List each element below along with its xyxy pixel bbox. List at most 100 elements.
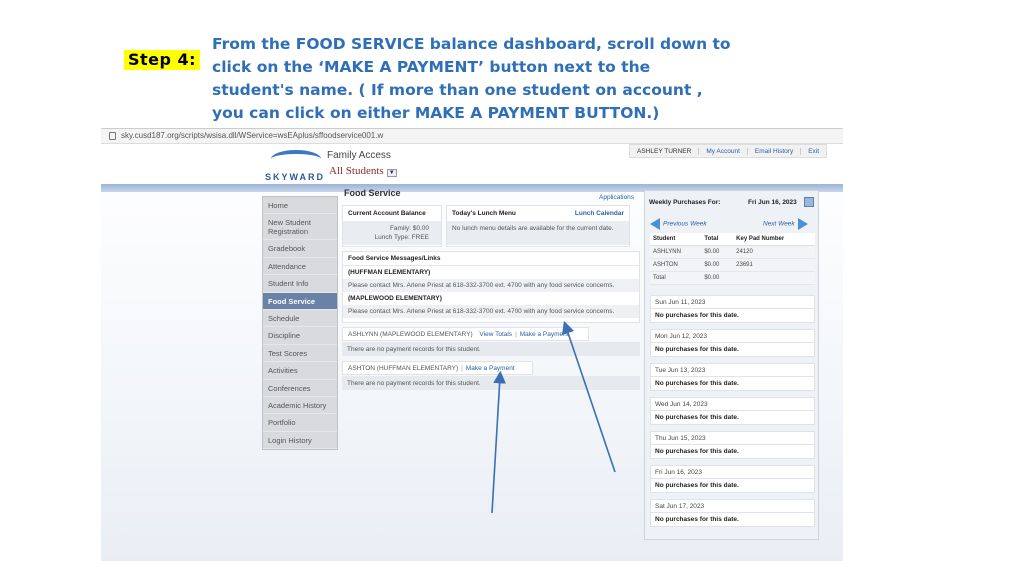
day-text: No purchases for this date. xyxy=(650,479,815,493)
sidebar-item-home[interactable]: Home xyxy=(263,197,337,215)
day-date: Sun Jun 11, 2023 xyxy=(650,295,815,309)
make-payment-button[interactable]: Make a Payment xyxy=(520,331,569,338)
day-date: Wed Jun 14, 2023 xyxy=(650,397,815,411)
arrow-left-icon xyxy=(650,218,660,230)
day-text: No purchases for this date. xyxy=(650,343,815,357)
lunch-menu-heading: Today's Lunch Menu xyxy=(452,210,516,217)
lunch-calendar-link[interactable]: Lunch Calendar xyxy=(575,210,624,217)
email-history-link[interactable]: Email History xyxy=(748,147,802,155)
calendar-icon[interactable] xyxy=(804,197,814,207)
messages-heading: Food Service Messages/Links xyxy=(343,252,639,266)
logo-swoosh-icon xyxy=(271,150,321,168)
weekly-totals-table: Student Total Key Pad Number ASHLYNN $0.… xyxy=(650,233,815,285)
sidebar-item-test-scores[interactable]: Test Scores xyxy=(263,345,337,363)
family-balance: $0.00 xyxy=(412,225,429,232)
day-mon: Mon Jun 12, 2023 No purchases for this d… xyxy=(650,329,815,357)
lunch-menu-panel: Today's Lunch Menu Lunch Calendar No lun… xyxy=(446,205,630,247)
table-row: Total $0.00 xyxy=(650,271,815,285)
day-date: Sat Jun 17, 2023 xyxy=(650,499,815,513)
make-payment-button[interactable]: Make a Payment xyxy=(466,365,515,372)
column-header: Total xyxy=(701,233,734,246)
tutorial-slide: Step 4: From the FOOD SERVICE balance da… xyxy=(0,0,1024,576)
previous-week-link[interactable]: Previous Week xyxy=(650,218,707,230)
logo-text: SKYWARD xyxy=(265,172,326,182)
balance-heading: Current Account Balance xyxy=(343,206,441,221)
sidebar-item-schedule[interactable]: Schedule xyxy=(263,310,337,328)
student-name: ASHTON (HUFFMAN ELEMENTARY) xyxy=(348,365,459,372)
lunch-menu-text: No lunch menu details are available for … xyxy=(447,221,629,245)
student-tab-ashton: ASHTON (HUFFMAN ELEMENTARY) | Make a Payme… xyxy=(342,361,533,375)
lunch-type-value: FREE xyxy=(411,234,429,241)
day-text: No purchases for this date. xyxy=(650,377,815,391)
sidebar-item-portfolio[interactable]: Portfolio xyxy=(263,414,337,432)
day-text: No purchases for this date. xyxy=(650,445,815,459)
day-text: No purchases for this date. xyxy=(650,513,815,527)
skyward-logo: SKYWARD xyxy=(265,150,325,182)
applications-link[interactable]: Applications xyxy=(599,194,634,201)
column-header: Key Pad Number xyxy=(733,233,815,246)
day-date: Thu Jun 15, 2023 xyxy=(650,431,815,445)
student-selector[interactable]: All Students ▼ xyxy=(329,165,397,177)
lunch-menu-header: Today's Lunch Menu Lunch Calendar xyxy=(447,206,629,221)
table-row: ASHLYNN $0.00 24120 xyxy=(650,245,815,259)
student-records-ashton: There are no payment records for this st… xyxy=(342,376,640,390)
sidebar-item-academic-history[interactable]: Academic History xyxy=(263,397,337,415)
chevron-down-icon[interactable]: ▼ xyxy=(386,169,397,177)
step-label: Step 4: xyxy=(124,50,200,70)
lock-icon xyxy=(109,132,116,140)
day-thu: Thu Jun 15, 2023 No purchases for this d… xyxy=(650,431,815,459)
my-account-link[interactable]: My Account xyxy=(699,147,748,155)
day-text: No purchases for this date. xyxy=(650,309,815,323)
column-header: Student xyxy=(650,233,702,246)
family-label: Family: xyxy=(389,225,411,232)
day-date: Tue Jun 13, 2023 xyxy=(650,363,815,377)
sidebar-item-login-history[interactable]: Login History xyxy=(263,432,337,450)
sidebar-nav: Home New Student Registration Gradebook … xyxy=(262,196,338,451)
day-sun: Sun Jun 11, 2023 No purchases for this d… xyxy=(650,295,815,323)
lunch-type-label: Lunch Type: xyxy=(374,234,410,241)
messages-panel: Food Service Messages/Links (HUFFMAN ELE… xyxy=(342,251,640,323)
weekly-purchases-panel: Weekly Purchases For: Fri Jun 16, 2023 P… xyxy=(644,190,819,540)
next-week-link[interactable]: Next Week xyxy=(763,218,808,230)
sidebar-item-student-info[interactable]: Student Info xyxy=(263,275,337,293)
table-row: ASHTON $0.00 23691 xyxy=(650,258,815,272)
sidebar-item-food-service[interactable]: Food Service xyxy=(263,292,337,310)
day-text: No purchases for this date. xyxy=(650,411,815,425)
student-selector-value: All Students xyxy=(329,165,384,177)
browser-viewport: SKYWARD Family Access All Students ▼ ASHL… xyxy=(101,144,843,561)
product-name: Family Access xyxy=(327,150,391,161)
school-message-maplewood: Please contact Mrs. Arlene Priest at 618… xyxy=(343,305,639,318)
sidebar-item-conferences[interactable]: Conferences xyxy=(263,380,337,397)
day-wed: Wed Jun 14, 2023 No purchases for this d… xyxy=(650,397,815,425)
school-name-maplewood: (MAPLEWOOD ELEMENTARY) xyxy=(348,295,442,302)
school-message-huffman: Please contact Mrs. Arlene Priest at 618… xyxy=(343,279,639,292)
day-date: Fri Jun 16, 2023 xyxy=(650,465,815,479)
page-title: Food Service xyxy=(344,188,401,198)
view-totals-link[interactable]: View Totals xyxy=(479,331,512,338)
student-name: ASHLYNN (MAPLEWOOD ELEMENTARY) xyxy=(348,331,473,338)
day-date: Mon Jun 12, 2023 xyxy=(650,329,815,343)
school-name-huffman: (HUFFMAN ELEMENTARY) xyxy=(348,269,431,276)
day-tue: Tue Jun 13, 2023 No purchases for this d… xyxy=(650,363,815,391)
page-header: SKYWARD Family Access All Students ▼ ASHL… xyxy=(101,144,843,184)
student-tab-ashlynn: ASHLYNN (MAPLEWOOD ELEMENTARY) View Tota… xyxy=(342,327,589,341)
user-name: ASHLEY TURNER xyxy=(630,147,700,155)
address-bar[interactable]: sky.cusd187.org/scripts/wsisa.dll/WServi… xyxy=(101,128,843,144)
sidebar-item-attendance[interactable]: Attendance xyxy=(263,258,337,276)
sidebar-item-new-student-registration[interactable]: New Student Registration xyxy=(263,214,337,241)
exit-link[interactable]: Exit xyxy=(801,148,826,155)
sidebar-item-gradebook[interactable]: Gradebook xyxy=(263,240,337,258)
instruction-text: From the FOOD SERVICE balance dashboard,… xyxy=(212,35,731,122)
weekly-title: Weekly Purchases For: xyxy=(649,199,721,206)
balance-body: Family: $0.00 Lunch Type: FREE xyxy=(343,221,441,245)
weekly-date: Fri Jun 16, 2023 xyxy=(748,199,797,206)
url-text: sky.cusd187.org/scripts/wsisa.dll/WServi… xyxy=(121,131,384,140)
day-fri: Fri Jun 16, 2023 No purchases for this d… xyxy=(650,465,815,493)
arrow-right-icon xyxy=(797,218,808,230)
sidebar-item-activities[interactable]: Activities xyxy=(263,362,337,380)
balance-panel: Current Account Balance Family: $0.00 Lu… xyxy=(342,205,442,247)
sidebar-item-discipline[interactable]: Discipline xyxy=(263,327,337,345)
student-records-ashlynn: There are no payment records for this st… xyxy=(342,342,640,356)
day-sat: Sat Jun 17, 2023 No purchases for this d… xyxy=(650,499,815,527)
top-links: ASHLEY TURNER My Account Email History E… xyxy=(629,144,828,158)
